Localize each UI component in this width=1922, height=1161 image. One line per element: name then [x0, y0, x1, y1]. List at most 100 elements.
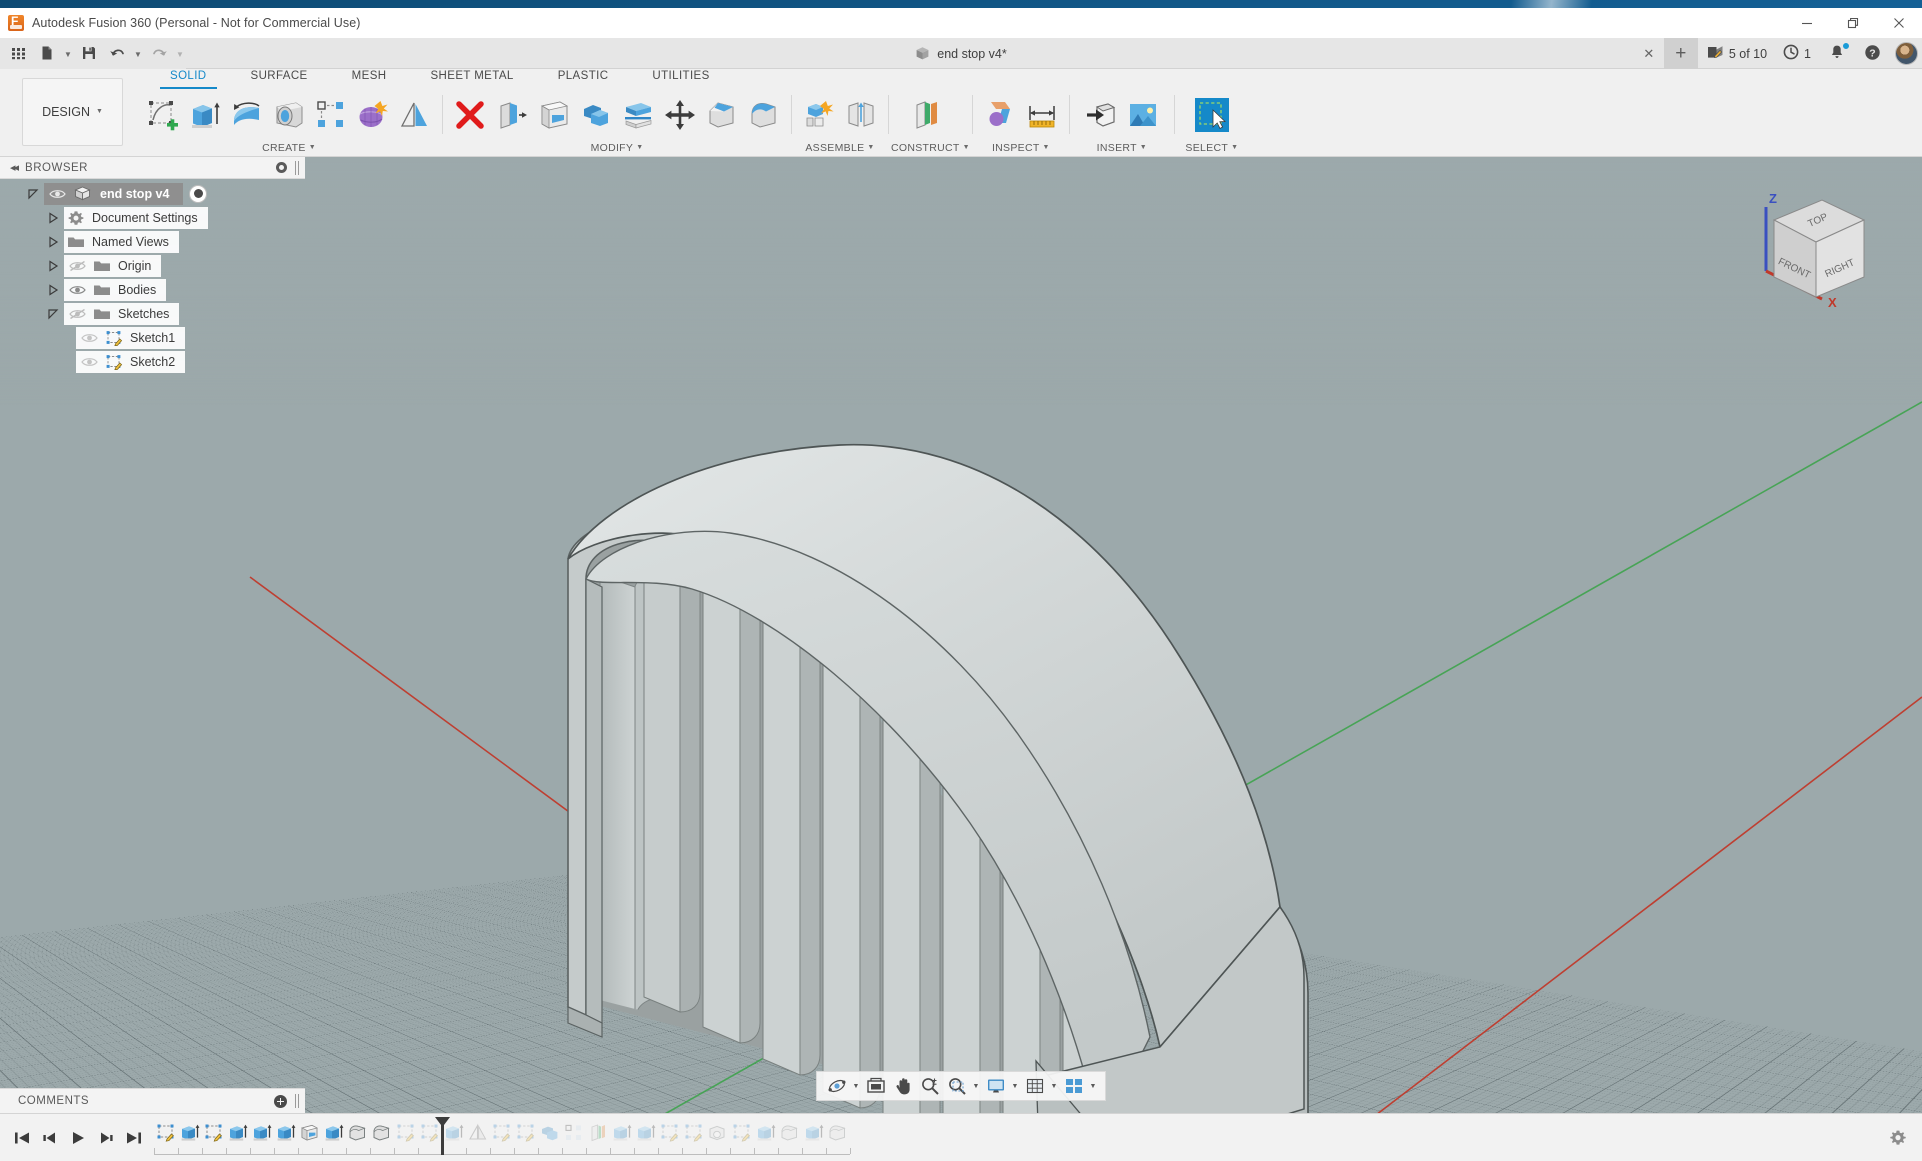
offset-plane-icon[interactable] [905, 92, 947, 138]
timeline-feature-23[interactable] [682, 1116, 706, 1150]
tree-node-bodies-pill[interactable]: Bodies [64, 278, 167, 301]
timeline-feature-25[interactable] [730, 1116, 754, 1150]
document-tab-end-stop-v4[interactable]: end stop v4* [905, 38, 1017, 69]
twisty-open-icon[interactable] [42, 302, 64, 325]
tab-mesh[interactable]: MESH [330, 69, 409, 89]
redo-dropdown-caret[interactable]: ▼ [174, 40, 186, 66]
browser-options-icon[interactable] [276, 162, 287, 173]
viewports-dropdown-caret[interactable]: ▼ [1087, 1073, 1099, 1099]
viewports-icon[interactable] [1060, 1073, 1087, 1099]
tree-node-document-settings[interactable]: Document Settings [0, 206, 305, 229]
twisty-closed-icon[interactable] [42, 206, 64, 229]
timeline-feature-11[interactable] [394, 1116, 418, 1150]
view-cube-body[interactable]: TOP FRONT RIGHT [1772, 199, 1866, 298]
toolgroup-modify-label[interactable]: MODIFY ▼ [445, 140, 789, 156]
activate-component-radio[interactable] [189, 184, 208, 203]
visibility-eye-hidden-icon[interactable] [64, 303, 90, 325]
tree-node-sketch1-pill[interactable]: Sketch1 [76, 326, 186, 349]
toolgroup-construct-label[interactable]: CONSTRUCT ▼ [891, 140, 970, 156]
timeline-track[interactable] [154, 1116, 1922, 1160]
timeline-feature-4[interactable] [226, 1116, 250, 1150]
toolgroup-insert-label[interactable]: INSERT ▼ [1072, 140, 1172, 156]
tree-node-origin-pill[interactable]: Origin [64, 254, 162, 277]
tree-node-sketch1[interactable]: Sketch1 [0, 326, 305, 349]
view-cube[interactable]: Z X TOP FRONT RIGHT [1744, 185, 1894, 325]
tree-node-bodies[interactable]: Bodies [0, 278, 305, 301]
zoom-icon[interactable] [916, 1073, 943, 1099]
timeline-feature-19[interactable] [586, 1116, 610, 1150]
go-to-beginning-icon[interactable] [8, 1121, 36, 1155]
canvas-image-icon[interactable] [1122, 92, 1164, 138]
step-back-icon[interactable] [36, 1121, 64, 1155]
new-component-icon[interactable] [798, 92, 840, 138]
new-tab-button[interactable]: + [1663, 38, 1698, 69]
visibility-eye-icon[interactable] [64, 279, 90, 301]
user-avatar[interactable] [1895, 42, 1918, 65]
pattern-icon[interactable] [310, 92, 352, 138]
job-status-indicator[interactable]: 5 of 10 [1700, 38, 1774, 69]
visibility-eye-hidden-icon[interactable] [76, 351, 102, 373]
redo-arrow-icon[interactable] [146, 40, 172, 66]
undo-arrow-icon[interactable] [104, 40, 130, 66]
tree-node-document-settings-pill[interactable]: Document Settings [64, 206, 208, 229]
visibility-eye-hidden-icon[interactable] [76, 327, 102, 349]
timeline-feature-1[interactable] [154, 1116, 178, 1150]
3d-viewport[interactable]: ◂◂ BROWSER end stop v4 Document Settings… [0, 157, 1922, 1113]
twisty-closed-icon[interactable] [42, 254, 64, 277]
timeline-feature-21[interactable] [634, 1116, 658, 1150]
close-tab-icon[interactable]: ✕ [1636, 38, 1662, 69]
new-file-dropdown-caret[interactable]: ▼ [62, 40, 74, 66]
tab-surface[interactable]: SURFACE [229, 69, 330, 89]
undo-dropdown-caret[interactable]: ▼ [132, 40, 144, 66]
timeline-feature-8[interactable] [322, 1116, 346, 1150]
step-forward-icon[interactable] [92, 1121, 120, 1155]
move-copy-icon[interactable] [659, 92, 701, 138]
tree-node-sketch2-pill[interactable]: Sketch2 [76, 350, 186, 373]
tree-node-end-stop-v4[interactable]: end stop v4 [0, 182, 305, 205]
app-grid-icon[interactable] [6, 40, 32, 66]
tree-node-named-views-pill[interactable]: Named Views [64, 230, 179, 253]
timeline-feature-3[interactable] [202, 1116, 226, 1150]
interference-icon[interactable] [979, 92, 1021, 138]
zoom-window-dropdown-caret[interactable]: ▼ [970, 1073, 982, 1099]
zoom-window-icon[interactable] [943, 1073, 970, 1099]
timeline-feature-7[interactable] [298, 1116, 322, 1150]
timeline-feature-6[interactable] [274, 1116, 298, 1150]
split-face-icon[interactable] [617, 92, 659, 138]
create-sketch-icon[interactable] [142, 92, 184, 138]
draft-create-icon[interactable] [394, 92, 436, 138]
display-settings-icon[interactable] [982, 1073, 1009, 1099]
form-icon[interactable] [352, 92, 394, 138]
tree-node-sketches[interactable]: Sketches [0, 302, 305, 325]
timeline-feature-10[interactable] [370, 1116, 394, 1150]
fillet-icon[interactable] [743, 92, 785, 138]
timeline-feature-24[interactable] [706, 1116, 730, 1150]
new-file-icon[interactable] [34, 40, 60, 66]
shell-icon[interactable] [533, 92, 575, 138]
timeline-feature-28[interactable] [802, 1116, 826, 1150]
delete-icon[interactable] [449, 92, 491, 138]
toolgroup-inspect-label[interactable]: INSPECT ▼ [975, 140, 1067, 156]
tree-node-end-stop-v4-pill[interactable]: end stop v4 [44, 182, 184, 205]
help-button[interactable]: ? [1856, 38, 1889, 69]
toolgroup-select-label[interactable]: SELECT ▼ [1177, 140, 1247, 156]
timeline-feature-20[interactable] [610, 1116, 634, 1150]
history-indicator[interactable]: 1 [1776, 38, 1818, 69]
toolgroup-create-label[interactable]: CREATE ▼ [138, 140, 440, 156]
timeline-feature-17[interactable] [538, 1116, 562, 1150]
timeline-feature-26[interactable] [754, 1116, 778, 1150]
timeline-feature-5[interactable] [250, 1116, 274, 1150]
tab-plastic[interactable]: PLASTIC [536, 69, 631, 89]
timeline-feature-2[interactable] [178, 1116, 202, 1150]
grid-snaps-dropdown-caret[interactable]: ▼ [1048, 1073, 1060, 1099]
comments-panel[interactable]: COMMENTS [0, 1088, 305, 1113]
tab-utilities[interactable]: UTILITIES [630, 69, 731, 89]
close-button[interactable] [1876, 8, 1922, 38]
tab-solid[interactable]: SOLID [148, 69, 229, 89]
timeline-feature-16[interactable] [514, 1116, 538, 1150]
press-pull-icon[interactable] [491, 92, 533, 138]
visibility-eye-icon[interactable] [44, 183, 70, 205]
tab-sheet-metal[interactable]: SHEET METAL [408, 69, 535, 89]
display-settings-dropdown-caret[interactable]: ▼ [1009, 1073, 1021, 1099]
twisty-closed-icon[interactable] [42, 230, 64, 253]
